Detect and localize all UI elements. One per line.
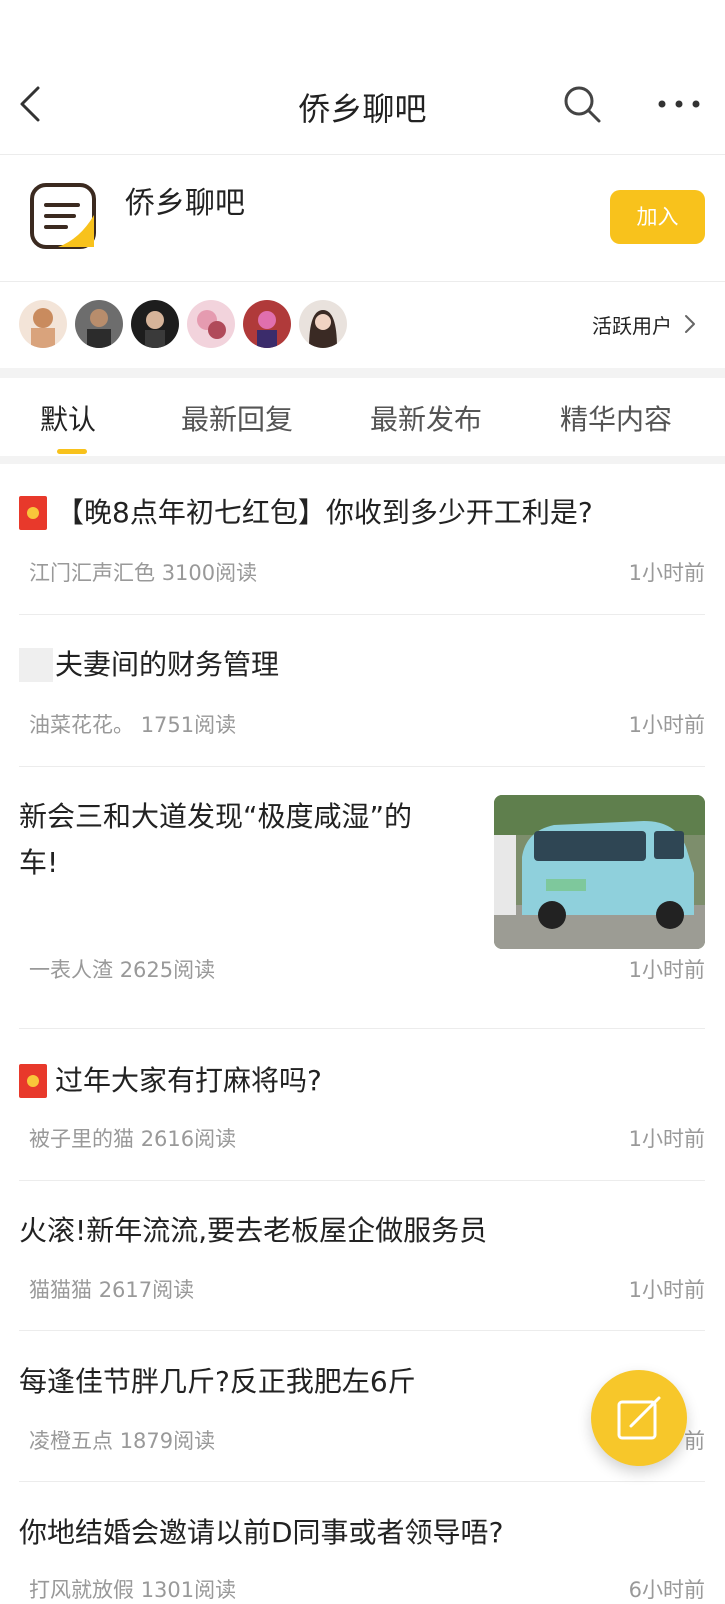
avatar[interactable] <box>243 300 291 348</box>
post-badge-placeholder <box>19 648 53 682</box>
section-divider <box>0 456 725 464</box>
post-title[interactable]: 过年大家有打麻将吗? <box>55 1058 322 1104</box>
post-author: 被子里的猫 2616阅读 <box>29 1127 237 1151</box>
page-title: 侨乡聊吧 <box>298 90 427 128</box>
post-time: 1小时前 <box>628 958 705 982</box>
red-packet-icon <box>19 1064 47 1098</box>
post-time: 1小时前 <box>628 713 705 737</box>
group-logo-icon <box>30 183 96 249</box>
join-button[interactable]: 加入 <box>610 190 705 244</box>
active-users-link[interactable]: 活跃用户 <box>592 310 672 339</box>
avatar[interactable] <box>131 300 179 348</box>
post-title-line2[interactable]: 车! <box>19 840 58 886</box>
post-divider <box>19 1481 705 1482</box>
more-options-icon[interactable] <box>656 96 702 112</box>
post-title[interactable]: 你地结婚会邀请以前D同事或者领导唔? <box>19 1510 503 1556</box>
group-name: 侨乡聊吧 <box>125 186 245 221</box>
post-title[interactable]: 夫妻间的财务管理 <box>55 642 279 688</box>
post-author: 江门汇声汇色 3100阅读 <box>29 561 258 585</box>
red-packet-icon <box>19 496 47 530</box>
tab-default[interactable]: 默认 <box>40 398 96 438</box>
post-author: 油菜花花。 1751阅读 <box>29 713 237 737</box>
section-divider <box>0 368 725 378</box>
post-title[interactable]: 新会三和大道发现“极度咸湿”的 <box>19 794 412 840</box>
top-bar <box>0 0 725 155</box>
post-title[interactable]: 火滚!新年流流,要去老板屋企做服务员 <box>19 1208 487 1254</box>
post-divider <box>19 766 705 767</box>
tab-latest-post[interactable]: 最新发布 <box>370 398 482 438</box>
post-divider <box>19 1028 705 1029</box>
search-icon[interactable] <box>562 84 602 124</box>
avatar[interactable] <box>75 300 123 348</box>
post-time: 1小时前 <box>628 561 705 585</box>
active-tab-indicator <box>57 449 87 454</box>
post-author: 猫猫猫 2617阅读 <box>29 1278 195 1302</box>
post-divider <box>19 614 705 615</box>
avatar[interactable] <box>299 300 347 348</box>
post-thumbnail[interactable] <box>494 795 705 949</box>
post-author: 凌橙五点 1879阅读 <box>29 1429 216 1453</box>
post-divider <box>19 1330 705 1331</box>
post-divider <box>19 1180 705 1181</box>
tab-latest-reply[interactable]: 最新回复 <box>181 398 293 438</box>
tab-featured[interactable]: 精华内容 <box>560 398 672 438</box>
post-time: 1小时前 <box>628 1278 705 1302</box>
chevron-right-icon[interactable] <box>682 313 698 335</box>
post-time: 1小时前 <box>628 1127 705 1151</box>
avatar[interactable] <box>19 300 67 348</box>
avatar[interactable] <box>187 300 235 348</box>
post-title[interactable]: 每逢佳节胖几斤?反正我肥左6斤 <box>19 1359 416 1405</box>
post-author: 一表人渣 2625阅读 <box>29 958 216 982</box>
edit-icon <box>617 1396 661 1440</box>
post-title[interactable]: 【晚8点年初七红包】你收到多少开工利是? <box>56 490 593 536</box>
post-time: 前 <box>684 1429 705 1453</box>
compose-post-button[interactable] <box>591 1370 687 1466</box>
